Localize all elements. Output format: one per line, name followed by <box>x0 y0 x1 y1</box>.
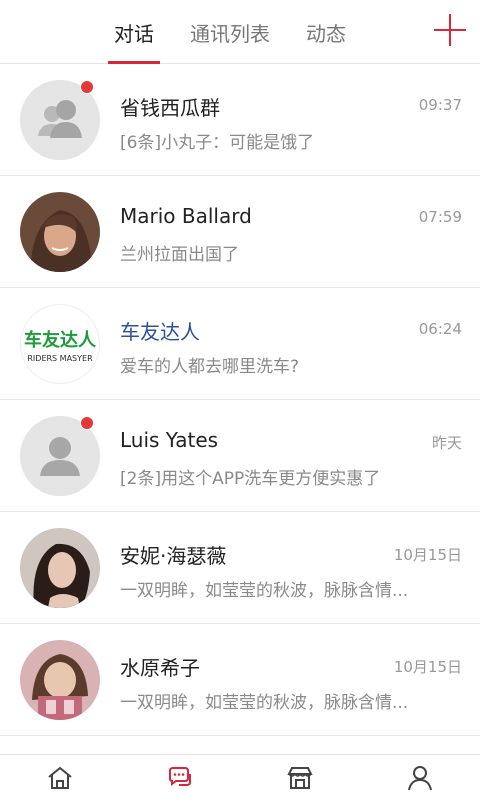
message-time: 07:59 <box>418 208 462 226</box>
brand-logo-subtext: RIDERS MASYER <box>27 353 93 363</box>
tab-chats[interactable]: 对话 <box>100 0 168 64</box>
contact-name: Mario Ballard <box>120 204 252 228</box>
last-message: 兰州拉面出国了 <box>120 245 239 265</box>
unread-badge <box>80 416 94 430</box>
avatar <box>20 528 100 608</box>
last-message: [6条]小丸子：可能是饿了 <box>120 133 315 153</box>
contact-name: 安妮·海瑟薇 <box>120 544 227 568</box>
contact-name: 省钱西瓜群 <box>120 96 220 120</box>
avatar-photo <box>20 192 100 272</box>
tab-bar: 对话 通讯列表 动态 <box>100 0 368 64</box>
message-time: 10月15日 <box>393 658 462 676</box>
conversation-item[interactable]: 安妮·海瑟薇 10月15日 一双明眸，如莹莹的秋波，脉脉含情... <box>0 512 480 624</box>
message-time: 09:37 <box>418 96 462 114</box>
message-time: 10月15日 <box>393 546 462 564</box>
last-message: 一双明眸，如莹莹的秋波，脉脉含情... <box>120 581 409 601</box>
conversation-item[interactable]: 省钱西瓜群 09:37 [6条]小丸子：可能是饿了 <box>0 64 480 176</box>
store-icon <box>287 766 313 789</box>
contact-name: Luis Yates <box>120 428 219 452</box>
last-message: 一双明眸，如莹莹的秋波，脉脉含情... <box>120 693 409 713</box>
user-icon <box>408 765 432 790</box>
bottom-nav <box>0 754 480 800</box>
conversation-item[interactable]: 车友达人 RIDERS MASYER 车友达人 06:24 爱车的人都去哪里洗车… <box>0 288 480 400</box>
contact-name: 车友达人 <box>120 320 200 344</box>
conversation-item[interactable]: Luis Yates 昨天 [2条]用这个APP洗车更方便实惠了 <box>0 400 480 512</box>
contact-name: 水原希子 <box>120 656 200 680</box>
plus-icon[interactable] <box>434 14 466 46</box>
avatar <box>20 640 100 720</box>
conversation-item[interactable]: 水原希子 10月15日 一双明眸，如莹莹的秋波，脉脉含情... <box>0 624 480 736</box>
top-bar: 对话 通讯列表 动态 <box>0 0 480 64</box>
nav-chat[interactable] <box>120 755 240 800</box>
conversation-list: 省钱西瓜群 09:37 [6条]小丸子：可能是饿了 Mario Ballard … <box>0 64 480 736</box>
message-time: 06:24 <box>418 320 462 338</box>
tab-moments[interactable]: 动态 <box>292 0 360 64</box>
unread-badge <box>80 80 94 94</box>
nav-home[interactable] <box>0 755 120 800</box>
home-icon <box>48 766 72 789</box>
avatar-photo <box>20 528 100 608</box>
avatar <box>20 192 100 272</box>
avatar-photo <box>20 640 100 720</box>
brand-logo-text: 车友达人 <box>24 329 96 351</box>
nav-profile[interactable] <box>360 755 480 800</box>
nav-store[interactable] <box>240 755 360 800</box>
last-message: 爱车的人都去哪里洗车? <box>120 357 300 377</box>
conversation-item[interactable]: Mario Ballard 07:59 兰州拉面出国了 <box>0 176 480 288</box>
tab-contacts[interactable]: 通讯列表 <box>176 0 284 64</box>
message-time: 昨天 <box>431 434 462 452</box>
chat-icon <box>169 766 191 786</box>
last-message: [2条]用这个APP洗车更方便实惠了 <box>120 469 381 489</box>
brand-logo: 车友达人 RIDERS MASYER <box>20 304 100 384</box>
